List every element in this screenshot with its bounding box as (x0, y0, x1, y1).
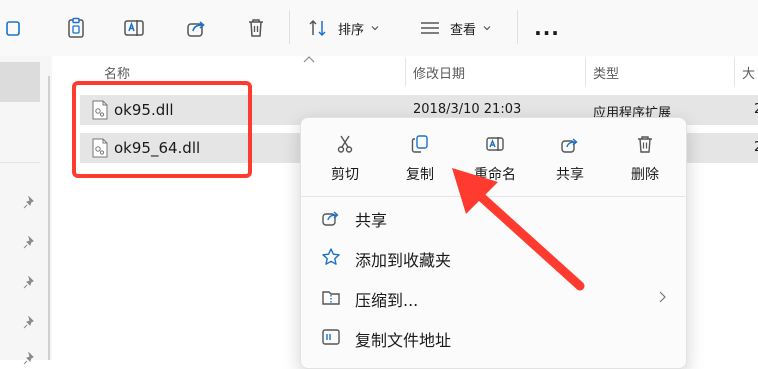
column-modified[interactable]: 修改日期 (413, 63, 465, 82)
partial-toolbar-button[interactable] (4, 12, 30, 44)
clipboard-icon (68, 17, 84, 38)
share-icon (561, 138, 578, 153)
view-label: 查看 (450, 22, 477, 38)
nav-selected-item[interactable] (0, 62, 40, 102)
zip-folder-icon (322, 291, 340, 305)
pin-icon[interactable] (22, 276, 36, 290)
column-size[interactable]: 大 (742, 63, 755, 82)
sort-caret-icon (303, 56, 315, 63)
delete-label: 删除 (631, 167, 659, 183)
paste-partial-icon (6, 21, 20, 36)
trash-icon (638, 136, 652, 153)
pin-icon[interactable] (22, 196, 36, 210)
pin-icon[interactable] (22, 316, 36, 330)
paste-button[interactable] (62, 12, 90, 44)
sort-button[interactable]: 排序 (306, 12, 380, 44)
star-icon (322, 248, 340, 265)
rename-button[interactable] (120, 12, 148, 44)
nav-divider (0, 162, 40, 163)
column-divider[interactable] (585, 58, 586, 86)
trash-icon (249, 19, 263, 37)
annotation-highlight-box (72, 81, 252, 178)
cut-action[interactable]: 剪切 (311, 128, 379, 190)
sort-label: 排序 (338, 22, 365, 38)
copy-path-icon (322, 329, 340, 345)
file-modified: 2018/3/10 21:03 (413, 102, 522, 117)
menu-item-label: 复制文件地址 (355, 331, 452, 350)
scissors-icon (337, 135, 353, 153)
rename-icon (124, 20, 144, 36)
more-button[interactable]: ... (534, 12, 560, 44)
share-button[interactable] (182, 12, 210, 44)
file-size-partial: 2 (754, 102, 758, 117)
pin-icon[interactable] (22, 352, 36, 366)
menu-item-label: 添加到收藏夹 (355, 251, 452, 270)
share-icon (187, 21, 205, 37)
toolbar-divider (517, 10, 518, 44)
rename-icon (486, 137, 504, 151)
chevron-down-icon (371, 26, 379, 31)
navigation-pane (0, 56, 52, 365)
view-list-icon (421, 22, 439, 34)
pin-icon[interactable] (22, 236, 36, 250)
column-name[interactable]: 名称 (104, 63, 130, 82)
menu-item-label: 压缩到... (355, 291, 419, 310)
column-type[interactable]: 类型 (593, 63, 619, 82)
share-icon (322, 211, 339, 226)
command-bar: 排序 查看 ... (0, 0, 758, 56)
menu-item-copy-path[interactable]: 复制文件地址 (307, 318, 680, 356)
nav-scrollbar[interactable] (48, 76, 50, 360)
chevron-right-icon (659, 291, 666, 303)
chevron-down-icon (483, 26, 491, 31)
more-icon: ... (534, 16, 560, 40)
sort-icon (309, 19, 326, 37)
delete-action[interactable]: 删除 (611, 128, 679, 190)
copy-icon (411, 135, 428, 153)
annotation-arrow (452, 168, 585, 291)
menu-item-label: 共享 (355, 211, 388, 230)
cut-label: 剪切 (331, 167, 359, 183)
view-button[interactable]: 查看 (418, 12, 492, 44)
toolbar-divider (289, 10, 290, 44)
file-size-partial: 2 (754, 140, 758, 155)
column-divider[interactable] (405, 58, 406, 86)
column-divider[interactable] (734, 58, 735, 86)
delete-button[interactable] (242, 12, 270, 44)
